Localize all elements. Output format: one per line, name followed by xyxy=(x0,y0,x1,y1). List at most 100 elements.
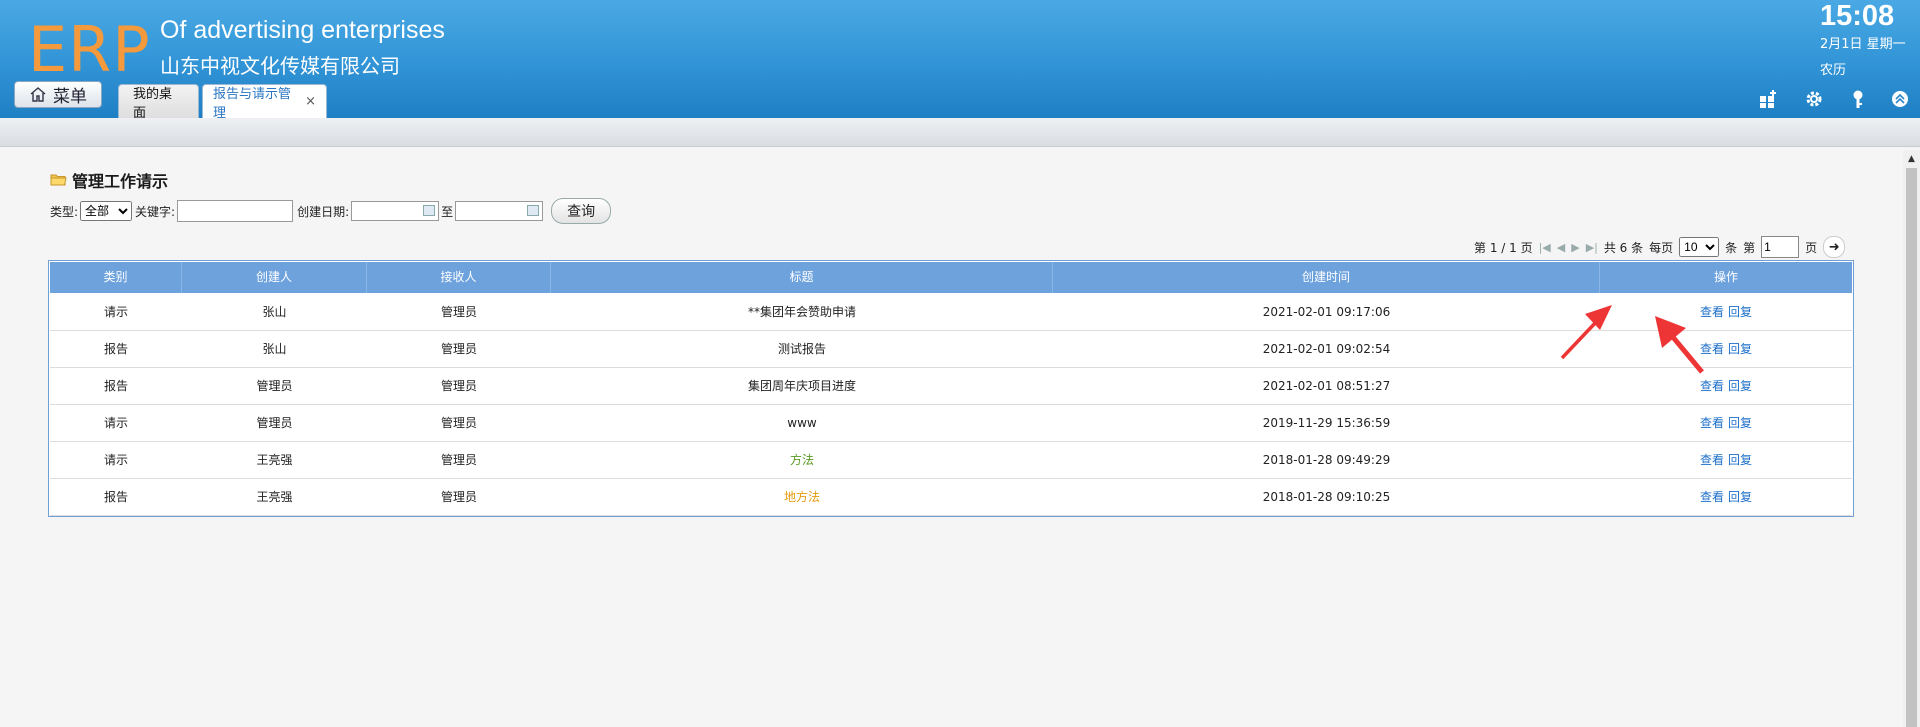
reply-link[interactable]: 回复 xyxy=(1728,453,1752,467)
table-row: 报告 张山 管理员 测试报告 2021-02-01 09:02:54 查看 回复 xyxy=(50,331,1852,368)
reply-link[interactable]: 回复 xyxy=(1728,490,1752,504)
cell-type: 报告 xyxy=(103,342,128,356)
toolbar-strip xyxy=(0,118,1920,147)
page-title-block: 管理工作请示 xyxy=(50,168,168,192)
company-name-en: Of advertising enterprises xyxy=(160,16,445,44)
reply-link[interactable]: 回复 xyxy=(1728,305,1752,319)
clock-time: 15:08 xyxy=(1820,0,1895,32)
view-link[interactable]: 查看 xyxy=(1700,490,1724,504)
cell-type: 报告 xyxy=(103,379,128,393)
reply-link[interactable]: 回复 xyxy=(1728,342,1752,356)
first-page-icon[interactable]: |◀ xyxy=(1539,241,1551,254)
cell-title: 测试报告 xyxy=(777,342,826,356)
cell-receiver: 管理员 xyxy=(440,490,477,504)
reply-link[interactable]: 回复 xyxy=(1728,416,1752,430)
cell-title: 方法 xyxy=(789,453,814,467)
menu-button[interactable]: 菜单 xyxy=(14,81,102,108)
close-icon[interactable]: × xyxy=(305,94,316,109)
scroll-up-icon[interactable]: ▲ xyxy=(1903,150,1920,167)
prev-page-icon[interactable]: ◀ xyxy=(1557,241,1565,254)
start-date-input[interactable] xyxy=(351,201,440,221)
cell-creator: 王亮强 xyxy=(256,490,293,504)
add-widget-icon[interactable] xyxy=(1758,88,1780,110)
goto-page-input[interactable] xyxy=(1761,236,1800,258)
keyword-input[interactable] xyxy=(177,200,294,222)
cell-receiver: 管理员 xyxy=(440,305,477,319)
created-date-label: 创建日期: xyxy=(297,204,350,219)
view-link[interactable]: 查看 xyxy=(1700,453,1724,467)
scroll-thumb[interactable] xyxy=(1906,168,1917,727)
folder-icon xyxy=(50,171,67,190)
cell-creator: 张山 xyxy=(262,342,287,356)
cell-actions: 查看 回复 xyxy=(1600,479,1852,515)
tab-label: 报告与请示管理 xyxy=(213,86,292,121)
next-page-icon[interactable]: ▶ xyxy=(1571,241,1579,254)
table-row: 请示 管理员 管理员 www 2019-11-29 15:36:59 查看 回复 xyxy=(50,405,1852,442)
view-link[interactable]: 查看 xyxy=(1700,342,1724,356)
type-label: 类型: xyxy=(50,204,79,219)
calendar-icon[interactable] xyxy=(527,205,540,216)
settings-icon[interactable] xyxy=(1803,88,1825,110)
cell-actions: 查看 回复 xyxy=(1600,331,1852,367)
cell-title: 集团周年庆项目进度 xyxy=(747,379,856,393)
last-page-icon[interactable]: ▶| xyxy=(1586,241,1598,254)
lunar-date: 农历 xyxy=(1820,63,1847,78)
app-header: ERP Of advertising enterprises 山东中视文化传媒有… xyxy=(0,0,1920,121)
company-name-cn: 山东中视文化传媒有限公司 xyxy=(160,54,400,78)
cell-time: 2018-01-28 09:10:25 xyxy=(1262,490,1391,504)
per-page-label: 每页 xyxy=(1649,240,1674,255)
reply-link[interactable]: 回复 xyxy=(1728,379,1752,393)
cell-time: 2021-02-01 09:17:06 xyxy=(1262,305,1391,319)
unit-label: 条 xyxy=(1725,240,1738,255)
col-actions: 操作 xyxy=(1713,270,1738,284)
filter-bar: 类型: 全部 关键字: 创建日期: 至 查询 xyxy=(50,198,612,224)
tab-report-management[interactable]: 报告与请示管理 × xyxy=(202,84,327,121)
goto-label: 第 xyxy=(1743,240,1756,255)
cell-type: 请示 xyxy=(103,453,128,467)
page-unit-label: 页 xyxy=(1805,240,1818,255)
key-icon[interactable] xyxy=(1847,88,1869,110)
cell-time: 2019-11-29 15:36:59 xyxy=(1262,416,1391,430)
cell-creator: 管理员 xyxy=(256,379,293,393)
view-link[interactable]: 查看 xyxy=(1700,305,1724,319)
view-link[interactable]: 查看 xyxy=(1700,379,1724,393)
end-date-input[interactable] xyxy=(455,201,544,221)
cell-title: www xyxy=(787,416,817,430)
erp-logo: ERP xyxy=(28,13,151,86)
menu-label: 菜单 xyxy=(53,87,87,107)
cell-actions: 查看 回复 xyxy=(1600,442,1852,478)
home-icon xyxy=(29,86,47,103)
total-count: 共 6 条 xyxy=(1603,240,1644,255)
keyword-label: 关键字: xyxy=(135,204,176,219)
cell-receiver: 管理员 xyxy=(440,416,477,430)
tab-label: 我的桌面 xyxy=(133,86,173,121)
page-info: 第 1 / 1 页 xyxy=(1474,240,1533,255)
query-button[interactable]: 查询 xyxy=(551,198,612,224)
clock-date: 2月1日 星期一 xyxy=(1820,37,1906,52)
cell-time: 2021-02-01 08:51:27 xyxy=(1262,379,1391,393)
col-created-time[interactable]: 创建时间 xyxy=(1053,262,1600,293)
go-arrow-icon[interactable]: ➜ xyxy=(1823,236,1846,258)
type-select[interactable]: 全部 xyxy=(80,201,133,221)
col-creator[interactable]: 创建人 xyxy=(182,262,367,293)
per-page-select[interactable]: 10 xyxy=(1679,237,1720,257)
cell-actions: 查看 回复 xyxy=(1600,294,1852,330)
col-title[interactable]: 标题 xyxy=(551,262,1053,293)
to-label: 至 xyxy=(441,204,454,219)
cell-type: 报告 xyxy=(103,490,128,504)
col-receiver[interactable]: 接收人 xyxy=(367,262,551,293)
cell-actions: 查看 回复 xyxy=(1600,368,1852,404)
cell-creator: 管理员 xyxy=(256,416,293,430)
cell-time: 2021-02-01 09:02:54 xyxy=(1262,342,1391,356)
collapse-icon[interactable] xyxy=(1889,88,1911,110)
cell-receiver: 管理员 xyxy=(440,379,477,393)
calendar-icon[interactable] xyxy=(423,205,436,216)
cell-receiver: 管理员 xyxy=(440,453,477,467)
tab-my-desktop[interactable]: 我的桌面 xyxy=(118,84,199,121)
pagination: 第 1 / 1 页 |◀ ◀ ▶ ▶| 共 6 条 每页 10 条 第 页 ➜ xyxy=(1474,236,1846,258)
col-type[interactable]: 类别 xyxy=(50,262,182,293)
table-row: 请示 张山 管理员 **集团年会赞助申请 2021-02-01 09:17:06… xyxy=(50,294,1852,331)
page-title: 管理工作请示 xyxy=(72,172,169,191)
view-link[interactable]: 查看 xyxy=(1700,416,1724,430)
table-row: 报告 管理员 管理员 集团周年庆项目进度 2021-02-01 08:51:27… xyxy=(50,368,1852,405)
